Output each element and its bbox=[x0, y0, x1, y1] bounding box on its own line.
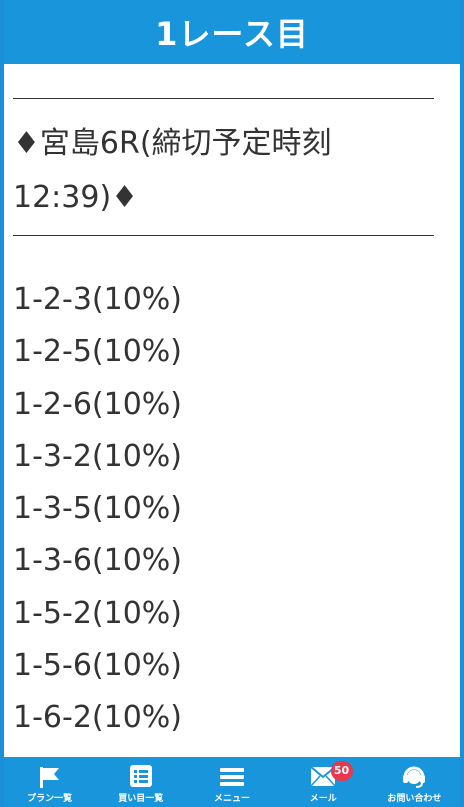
nav-label: プラン一覧 bbox=[27, 794, 73, 804]
race-info-line-1: ♦宮島6R(締切予定時刻 bbox=[13, 126, 332, 161]
nav-label: メニュー bbox=[214, 794, 251, 804]
nav-mail[interactable]: 50 メール bbox=[278, 757, 369, 807]
nav-label: 買い目一覧 bbox=[118, 794, 164, 804]
race-info-line-2: 12:39)♦ bbox=[13, 180, 139, 215]
bottom-nav: プラン一覧 買い目一覧 メニュー 50 メール お問い合わせ bbox=[4, 757, 460, 807]
divider bbox=[13, 98, 434, 99]
nav-bet-list[interactable]: 買い目一覧 bbox=[95, 757, 186, 807]
divider bbox=[13, 235, 434, 236]
bet-item: 1-3-6(10%) bbox=[13, 543, 182, 579]
bet-item: 1-5-6(10%) bbox=[13, 648, 182, 684]
bet-item: 1-2-6(10%) bbox=[13, 386, 182, 422]
bet-list: 1-2-3(10%) 1-2-5(10%) 1-2-6(10%) 1-3-2(1… bbox=[13, 274, 443, 745]
header-bar: 1レース目 bbox=[4, 0, 460, 64]
bet-item: 1-5-2(10%) bbox=[13, 595, 182, 631]
list-icon bbox=[129, 765, 152, 787]
nav-menu[interactable]: メニュー bbox=[186, 757, 277, 807]
bet-item: 1-6-2(10%) bbox=[13, 700, 182, 736]
bet-item: 1-2-3(10%) bbox=[13, 282, 182, 317]
flag-icon bbox=[39, 767, 59, 788]
unread-badge: 50 bbox=[330, 761, 353, 781]
nav-label: お問い合わせ bbox=[387, 794, 442, 804]
nav-label: メール bbox=[309, 794, 337, 804]
nav-plan-list[interactable]: プラン一覧 bbox=[4, 757, 95, 807]
page-title: 1レース目 bbox=[155, 15, 309, 53]
nav-contact[interactable]: お問い合わせ bbox=[369, 757, 460, 807]
race-info: ♦宮島6R(締切予定時刻 12:39)♦ bbox=[13, 117, 443, 225]
bet-item: 1-3-2(10%) bbox=[13, 438, 182, 474]
menu-icon bbox=[220, 768, 244, 786]
bet-item: 1-3-5(10%) bbox=[13, 491, 182, 527]
app-frame: 1レース目 ♦宮島6R(締切予定時刻 12:39)♦ 1-2-3(10%) 1-… bbox=[0, 0, 464, 807]
bet-item: 1-2-5(10%) bbox=[13, 334, 182, 370]
headset-icon bbox=[403, 766, 426, 788]
race-content: ♦宮島6R(締切予定時刻 12:39)♦ 1-2-3(10%) 1-2-5(10… bbox=[13, 64, 443, 757]
